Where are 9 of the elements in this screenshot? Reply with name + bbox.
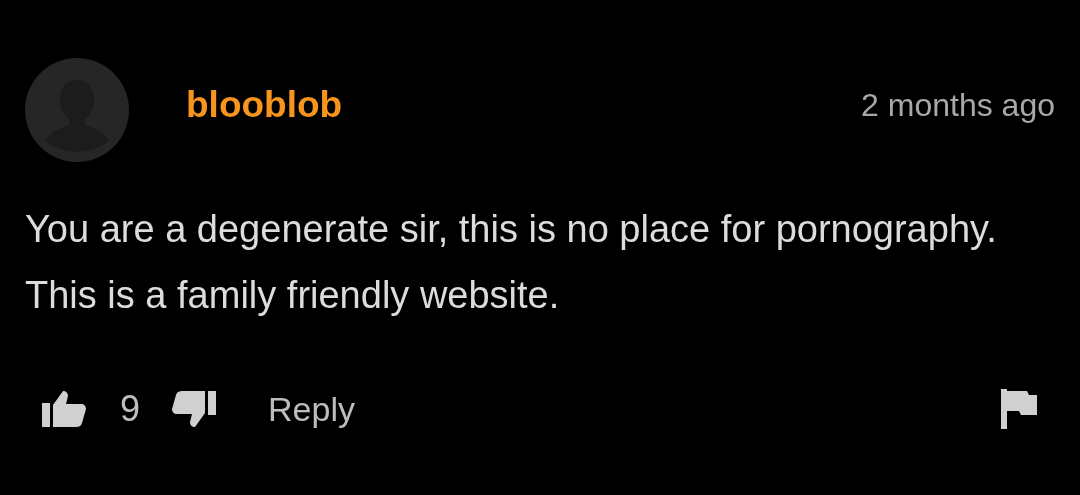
avatar-icon bbox=[25, 58, 129, 162]
thumbs-up-icon[interactable] bbox=[42, 391, 86, 427]
like-count: 9 bbox=[120, 388, 141, 430]
reply-button[interactable]: Reply bbox=[268, 389, 355, 429]
comment-text: You are a degenerate sir, this is no place for pornography. This is a family friendly website. bbox=[25, 207, 998, 318]
thumbs-down-icon[interactable] bbox=[172, 391, 217, 427]
username[interactable]: blooblob bbox=[186, 84, 343, 126]
flag-icon[interactable] bbox=[1001, 389, 1037, 429]
timestamp: 2 months ago bbox=[861, 86, 1055, 124]
